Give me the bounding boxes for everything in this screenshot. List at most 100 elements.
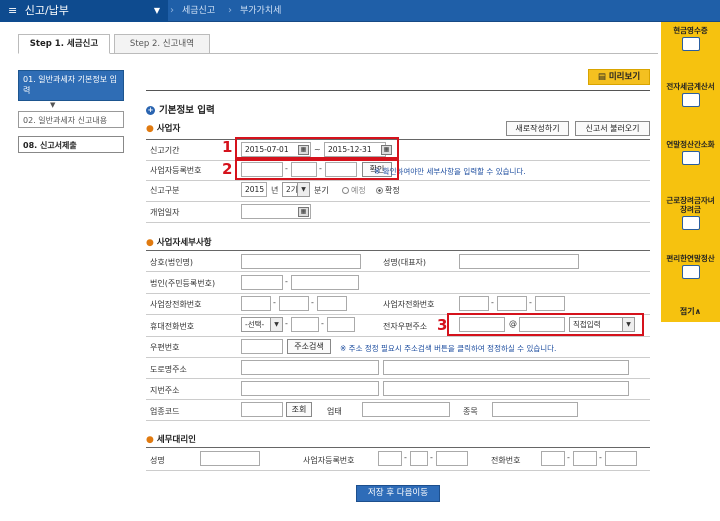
chevron-down-icon: ▼ bbox=[297, 183, 309, 196]
office-phone-part1[interactable] bbox=[241, 296, 271, 311]
quick-item-year-end-simple[interactable]: 연말정산간소화 bbox=[665, 140, 716, 165]
mobile-prefix-select[interactable]: -선택- ▼ bbox=[241, 317, 283, 332]
term-select[interactable]: 2기 ▼ bbox=[282, 182, 310, 197]
office-phone-part2[interactable] bbox=[279, 296, 309, 311]
dash: - bbox=[567, 453, 570, 462]
agent-reg-label: 사업자등록번호 bbox=[303, 456, 355, 465]
mobile-part2[interactable] bbox=[291, 317, 319, 332]
sidebar-item-basic-info[interactable]: 01. 일반과세자 기본정보 입력 bbox=[18, 70, 124, 101]
year-input[interactable]: 2015 bbox=[241, 182, 267, 197]
dash: - bbox=[311, 298, 314, 307]
item-input[interactable] bbox=[492, 402, 578, 417]
quick-menu-bar: 현금영수증 전자세금계산서 연말정산간소화 근로장려금자녀장려금 편리한연말정산… bbox=[661, 22, 720, 322]
quick-item-label: 현금영수증 bbox=[673, 26, 708, 35]
row-divider bbox=[146, 470, 650, 471]
dash: - bbox=[599, 453, 602, 462]
company-input[interactable] bbox=[241, 254, 361, 269]
annotation-number-1: 1 bbox=[222, 138, 233, 156]
agent-reg-part3[interactable] bbox=[436, 451, 468, 466]
main-menu-button[interactable]: ≡ 신고/납부 ▼ bbox=[0, 0, 168, 22]
quick-item-e-invoice[interactable]: 전자세금계산서 bbox=[665, 82, 716, 107]
lot-address-detail-input[interactable] bbox=[383, 381, 629, 396]
agent-name-input[interactable] bbox=[200, 451, 260, 466]
radio-final[interactable]: 확정 bbox=[376, 185, 400, 196]
road-address-label: 도로명주소 bbox=[150, 365, 187, 374]
new-form-button[interactable]: 새로작성하기 bbox=[506, 121, 569, 136]
quick-item-cash-receipt[interactable]: 현금영수증 bbox=[665, 26, 716, 51]
annotation-number-2: 2 bbox=[222, 160, 233, 178]
home-phone-part2[interactable] bbox=[497, 296, 527, 311]
section-divider bbox=[146, 90, 650, 91]
calculator-icon bbox=[681, 151, 700, 165]
quick-item-year-end[interactable]: 편리한연말정산 bbox=[665, 254, 716, 279]
term-value: 2기 bbox=[286, 185, 298, 194]
quick-item-label: 전자세금계산서 bbox=[666, 82, 715, 91]
road-address-input[interactable] bbox=[241, 360, 379, 375]
quick-item-label: 편리한연말정산 bbox=[666, 254, 715, 263]
lot-address-input[interactable] bbox=[241, 381, 379, 396]
tab-step1[interactable]: Step 1. 세금신고 bbox=[18, 34, 110, 54]
corp-number-label: 법인(주민등록번호) bbox=[150, 279, 216, 288]
home-phone-part1[interactable] bbox=[459, 296, 489, 311]
corp-number-part2[interactable] bbox=[291, 275, 359, 290]
breadcrumb-vat[interactable]: 부가가치세 bbox=[240, 0, 281, 22]
ceo-input[interactable] bbox=[459, 254, 579, 269]
item-label: 종목 bbox=[463, 407, 478, 416]
radio-preliminary[interactable]: 예정 bbox=[342, 185, 366, 196]
report-type-label: 신고구분 bbox=[150, 186, 180, 195]
highlight-box-reg-number bbox=[235, 159, 399, 180]
row-divider bbox=[146, 293, 650, 294]
company-label: 상호(법인명) bbox=[150, 258, 194, 267]
office-phone-part3[interactable] bbox=[317, 296, 347, 311]
agent-phone-part1[interactable] bbox=[541, 451, 565, 466]
step-down-arrow-icon: ▼ bbox=[50, 101, 56, 109]
tab-step2[interactable]: Step 2. 신고내역 bbox=[114, 34, 210, 54]
corp-number-part1[interactable] bbox=[241, 275, 283, 290]
save-next-button[interactable]: 저장 후 다음이동 bbox=[356, 485, 440, 502]
open-date-label: 개업일자 bbox=[150, 208, 180, 217]
plus-icon: + bbox=[146, 106, 155, 115]
breadcrumb-tax-filing[interactable]: 세금신고 bbox=[182, 0, 215, 22]
home-phone-label: 사업자전화번호 bbox=[383, 300, 435, 309]
road-address-detail-input[interactable] bbox=[383, 360, 629, 375]
row-divider bbox=[146, 399, 650, 400]
annotation-number-3: 3 bbox=[437, 316, 448, 334]
quick-item-incentive[interactable]: 근로장려금자녀장려금 bbox=[665, 196, 716, 230]
main-menu-label: 신고/납부 bbox=[24, 4, 69, 17]
term-unit: 분기 bbox=[314, 186, 329, 195]
biz-type-input[interactable] bbox=[362, 402, 450, 417]
row-divider bbox=[146, 357, 650, 358]
invoice-icon bbox=[681, 93, 700, 107]
agent-reg-part1[interactable] bbox=[378, 451, 402, 466]
industry-code-input[interactable] bbox=[241, 402, 283, 417]
agent-name-label: 성명 bbox=[150, 456, 165, 465]
sidebar-item-report-content[interactable]: 02. 일반과세자 신고내용 bbox=[18, 111, 124, 128]
agent-phone-part2[interactable] bbox=[573, 451, 597, 466]
agent-phone-part3[interactable] bbox=[605, 451, 637, 466]
ceo-label: 성명(대표자) bbox=[383, 258, 427, 267]
dash: - bbox=[529, 298, 532, 307]
details-heading-text: 사업자세부사항 bbox=[156, 238, 212, 248]
agent-reg-part2[interactable] bbox=[410, 451, 428, 466]
chevron-down-icon: ▼ bbox=[153, 6, 160, 15]
breadcrumb-separator-icon: › bbox=[228, 5, 232, 16]
zip-input[interactable] bbox=[241, 339, 283, 354]
dot-icon: ● bbox=[146, 435, 154, 445]
mobile-part3[interactable] bbox=[327, 317, 355, 332]
email-label: 전자우편주소 bbox=[383, 322, 428, 331]
agent-heading-text: 세무대리인 bbox=[156, 435, 196, 445]
preview-button[interactable]: ▤ 미리보기 bbox=[588, 69, 650, 85]
calendar-icon[interactable]: ▦ bbox=[298, 207, 309, 217]
home-phone-part3[interactable] bbox=[535, 296, 565, 311]
quick-item-label: 연말정산간소화 bbox=[666, 140, 715, 149]
sidebar-item-submit[interactable]: 08. 신고서제출 bbox=[18, 136, 124, 153]
industry-lookup-button[interactable]: 조회 bbox=[286, 402, 312, 417]
preview-label: 미리보기 bbox=[608, 72, 641, 82]
quick-item-label: 근로장려금자녀장려금 bbox=[666, 196, 715, 214]
highlight-box-period bbox=[235, 137, 399, 159]
address-search-button[interactable]: 주소검색 bbox=[287, 339, 331, 354]
hamburger-icon: ≡ bbox=[8, 4, 18, 17]
load-form-button[interactable]: 신고서 불러오기 bbox=[575, 121, 650, 136]
table-top-border bbox=[146, 250, 650, 251]
collapse-button[interactable]: 접기∧ bbox=[661, 305, 720, 319]
